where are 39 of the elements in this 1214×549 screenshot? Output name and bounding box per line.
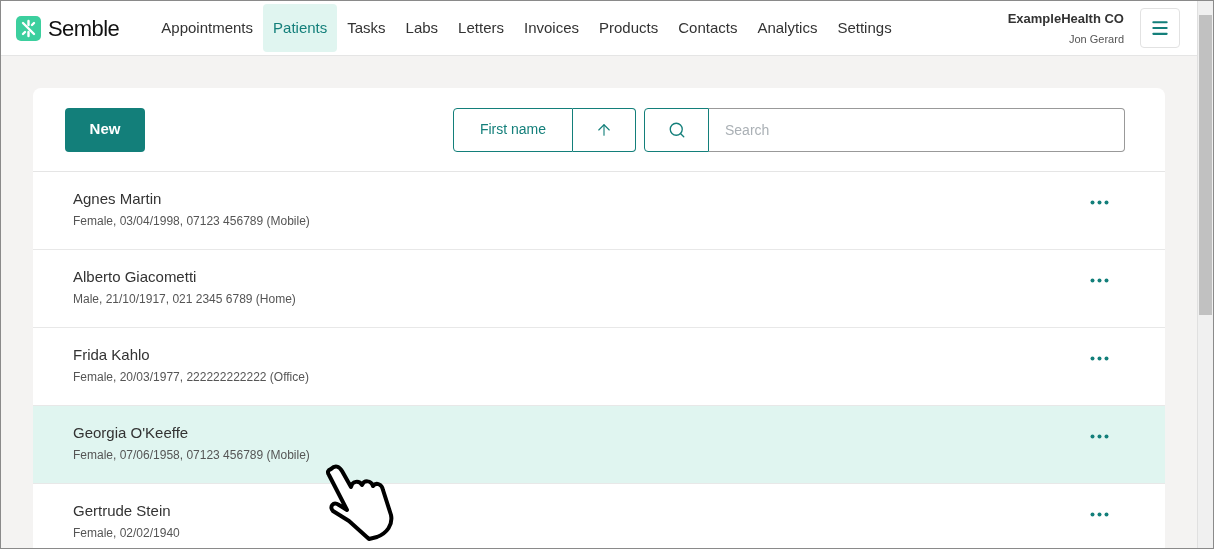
nav-link[interactable]: Appointments: [151, 4, 264, 52]
nav-link[interactable]: Invoices: [513, 4, 589, 52]
nav-link[interactable]: Patients: [263, 4, 338, 52]
patient-name: Frida Kahlo: [73, 345, 151, 365]
patient-name: Alberto Giacometti: [73, 267, 198, 287]
user-name: Jon Gerard: [1068, 31, 1124, 47]
more-icon: [1090, 200, 1109, 205]
patient-details: Female, 03/04/1998, 07123 456789 (Mobile): [73, 212, 310, 230]
new-button[interactable]: New: [65, 107, 145, 152]
nav-link[interactable]: Tasks: [337, 4, 396, 52]
nav-link[interactable]: Contacts: [668, 4, 748, 52]
patient-details: Male, 21/10/1917, 021 2345 6789 (Home): [73, 290, 296, 308]
organisation-name: ExampleHealth CO: [1007, 10, 1124, 28]
search-button[interactable]: [644, 107, 709, 152]
more-icon: [1090, 356, 1109, 361]
patient-details: Female, 07/06/1958, 07123 456789 (Mobile): [73, 446, 310, 464]
sort-field-button[interactable]: First name: [453, 107, 573, 152]
more-icon: [1090, 278, 1109, 283]
more-icon: [1090, 512, 1109, 517]
logo-text: Semble: [48, 14, 120, 43]
patient-name: Gertrude Stein: [73, 501, 172, 521]
scrollbar[interactable]: [1197, 1, 1213, 548]
nav-link[interactable]: Settings: [827, 4, 902, 52]
patient-name: Georgia O'Keeffe: [73, 423, 190, 443]
nav-link[interactable]: Letters: [448, 4, 514, 52]
patient-name: Agnes Martin: [73, 189, 163, 209]
patient-details: Female, 02/02/1940: [73, 524, 180, 542]
nav-link[interactable]: Products: [589, 4, 669, 52]
nav-link[interactable]: Analytics: [747, 4, 828, 52]
menu-button[interactable]: [1140, 8, 1180, 48]
patient-row[interactable]: Georgia O'Keeffe Female, 07/06/1958, 07123 456789 (Mobile): [33, 406, 1165, 484]
search-icon: [667, 120, 686, 139]
patient-details: Female, 20/03/1977, 222222222222 (Office): [73, 368, 309, 386]
more-icon: [1090, 434, 1109, 439]
logo-icon: [16, 15, 41, 41]
nav-link[interactable]: Labs: [395, 4, 449, 52]
menu-icon: [1150, 18, 1170, 38]
sort-direction-button[interactable]: [573, 107, 636, 152]
search-field[interactable]: Search: [709, 107, 1125, 152]
